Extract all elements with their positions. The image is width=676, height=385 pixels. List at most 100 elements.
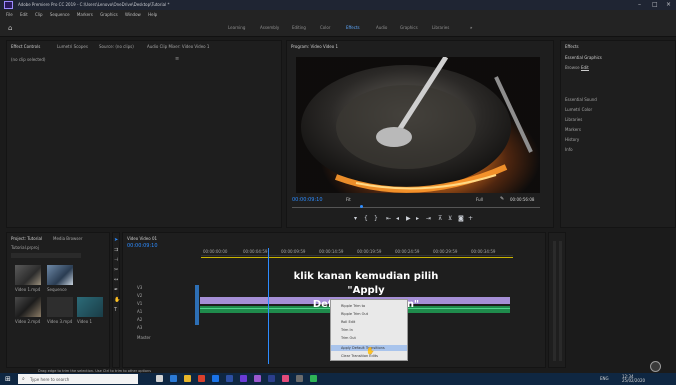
mark-out-end-icon[interactable]: }: [374, 215, 378, 222]
track-targeting-strip[interactable]: [195, 285, 199, 325]
photos-icon[interactable]: [282, 375, 289, 382]
type-tool-icon[interactable]: T: [114, 307, 117, 313]
workspace-graphics[interactable]: Graphics: [400, 25, 418, 30]
step-forward-icon[interactable]: ▸: [416, 215, 419, 222]
extract-icon[interactable]: ⊻: [448, 215, 452, 222]
effects-panel-title[interactable]: Effects: [565, 44, 579, 49]
program-scrub-bar[interactable]: [292, 207, 540, 208]
mail-icon[interactable]: [226, 375, 233, 382]
word-icon[interactable]: [268, 375, 275, 382]
workspace-audio[interactable]: Audio: [376, 25, 387, 30]
track-v3-label[interactable]: V3: [137, 285, 142, 290]
workspace-assembly[interactable]: Assembly: [260, 25, 279, 30]
more-workspaces-icon[interactable]: »: [470, 25, 472, 30]
notification-icon[interactable]: [650, 361, 661, 372]
menu-item-trim-in[interactable]: Trim In: [331, 327, 407, 333]
mark-in-icon[interactable]: ▾: [354, 215, 357, 222]
go-to-out-icon[interactable]: ⇥: [426, 215, 431, 222]
track-v2-label[interactable]: V2: [137, 293, 142, 298]
button-editor-icon[interactable]: +: [468, 215, 473, 222]
menu-sequence[interactable]: Sequence: [50, 12, 70, 17]
home-icon[interactable]: ⌂: [8, 24, 12, 32]
export-frame-icon[interactable]: ◙: [458, 215, 464, 222]
thumbnail-5[interactable]: [77, 297, 103, 317]
close-icon[interactable]: ×: [666, 1, 671, 8]
tab-source[interactable]: Source: (no clips): [99, 44, 134, 49]
track-a1-label[interactable]: A1: [137, 309, 142, 314]
tab-lumetri-scopes[interactable]: Lumetri Scopes: [57, 44, 88, 49]
menu-item-ripple-trim-in[interactable]: Ripple Trim to: [331, 303, 407, 309]
go-to-in-icon[interactable]: ⇤: [386, 215, 391, 222]
program-monitor-title[interactable]: Program: Video Video 1: [291, 44, 338, 49]
fit-select[interactable]: Fit: [346, 197, 351, 202]
menu-graphics[interactable]: Graphics: [100, 12, 118, 17]
ripple-edit-tool-icon[interactable]: ⊣: [114, 257, 118, 263]
tab-audio-clip-mixer[interactable]: Audio Clip Mixer: Video Video 1: [147, 44, 209, 49]
tab-effect-controls[interactable]: Effect Controls: [11, 44, 40, 49]
menu-file[interactable]: File: [6, 12, 13, 17]
play-icon[interactable]: ▶: [406, 215, 411, 222]
taskbar-clock[interactable]: 12:34 25/02/2020: [622, 375, 645, 383]
thumbnail-4[interactable]: [47, 297, 73, 317]
timeline-playhead[interactable]: [268, 248, 269, 364]
menu-item-ripple-trim-out[interactable]: Ripple Trim Out: [331, 311, 407, 317]
menu-clip[interactable]: Clip: [35, 12, 43, 17]
track-select-tool-icon[interactable]: ⇉: [114, 247, 118, 253]
menu-edit[interactable]: Edit: [20, 12, 28, 17]
mark-out-icon[interactable]: {: [364, 215, 368, 222]
minimize-icon[interactable]: –: [638, 1, 641, 8]
taskbar-language[interactable]: ENG: [600, 376, 609, 381]
maximize-icon[interactable]: □: [652, 1, 658, 8]
quality-select[interactable]: Full: [476, 197, 483, 202]
taskbar-search-box[interactable]: ⌕ Type here to search: [18, 374, 138, 384]
eg-browse[interactable]: Browse: [565, 65, 580, 70]
workspace-color[interactable]: Color: [320, 25, 330, 30]
slip-tool-icon[interactable]: ↔: [114, 277, 118, 283]
lift-icon[interactable]: ⊼: [438, 215, 442, 222]
settings-taskbar-icon[interactable]: [296, 375, 303, 382]
settings-icon[interactable]: ✎: [500, 196, 504, 202]
timeline-timecode[interactable]: 00:00:09:10: [127, 243, 158, 249]
info-item[interactable]: Info: [565, 147, 573, 152]
history-item[interactable]: History: [565, 137, 579, 142]
markers-item[interactable]: Markers: [565, 127, 581, 132]
timeline-tab[interactable]: Video Video 01: [127, 236, 157, 241]
track-a3-label[interactable]: A3: [137, 325, 142, 330]
premiere-taskbar-icon[interactable]: [240, 375, 247, 382]
store-icon[interactable]: [212, 375, 219, 382]
libraries-item[interactable]: Libraries: [565, 117, 582, 122]
eg-edit[interactable]: Edit: [581, 65, 589, 71]
menu-item-roll-edit[interactable]: Roll Edit: [331, 319, 407, 325]
file-explorer-icon[interactable]: [184, 375, 191, 382]
chrome-icon[interactable]: [198, 375, 205, 382]
pen-tool-icon[interactable]: ✒: [114, 287, 118, 293]
tab-project[interactable]: Project: Tutorial: [11, 236, 42, 241]
windows-start-icon[interactable]: ⊞: [5, 375, 11, 383]
panel-menu-icon[interactable]: ≡: [175, 56, 179, 62]
edge-icon[interactable]: [170, 375, 177, 382]
after-effects-taskbar-icon[interactable]: [254, 375, 261, 382]
program-timecode[interactable]: 00:00:09:10: [292, 197, 323, 203]
workspace-effects[interactable]: Effects: [346, 25, 360, 30]
menu-markers[interactable]: Markers: [77, 12, 93, 17]
playhead-indicator[interactable]: [360, 205, 363, 208]
menu-help[interactable]: Help: [148, 12, 157, 17]
selection-tool-icon[interactable]: ➤: [114, 237, 118, 243]
razor-tool-icon[interactable]: ✂: [114, 267, 118, 273]
lumetri-color-item[interactable]: Lumetri Color: [565, 107, 592, 112]
essential-sound-item[interactable]: Essential Sound: [565, 97, 597, 102]
menu-window[interactable]: Window: [125, 12, 141, 17]
work-area-bar[interactable]: [201, 257, 513, 258]
workspace-libraries[interactable]: Libraries: [432, 25, 449, 30]
tab-media-browser[interactable]: Media Browser: [53, 236, 83, 241]
thumbnail-1[interactable]: [15, 265, 41, 285]
media-player-icon[interactable]: [310, 375, 317, 382]
track-a2-label[interactable]: A2: [137, 317, 142, 322]
workspace-editing[interactable]: Editing: [292, 25, 306, 30]
task-view-icon[interactable]: [156, 375, 163, 382]
thumbnail-2[interactable]: [47, 265, 73, 285]
project-search-input[interactable]: [11, 253, 81, 258]
menu-item-trim-out[interactable]: Trim Out: [331, 335, 407, 341]
workspace-learning[interactable]: Learning: [228, 25, 245, 30]
step-back-icon[interactable]: ◂: [396, 215, 399, 222]
